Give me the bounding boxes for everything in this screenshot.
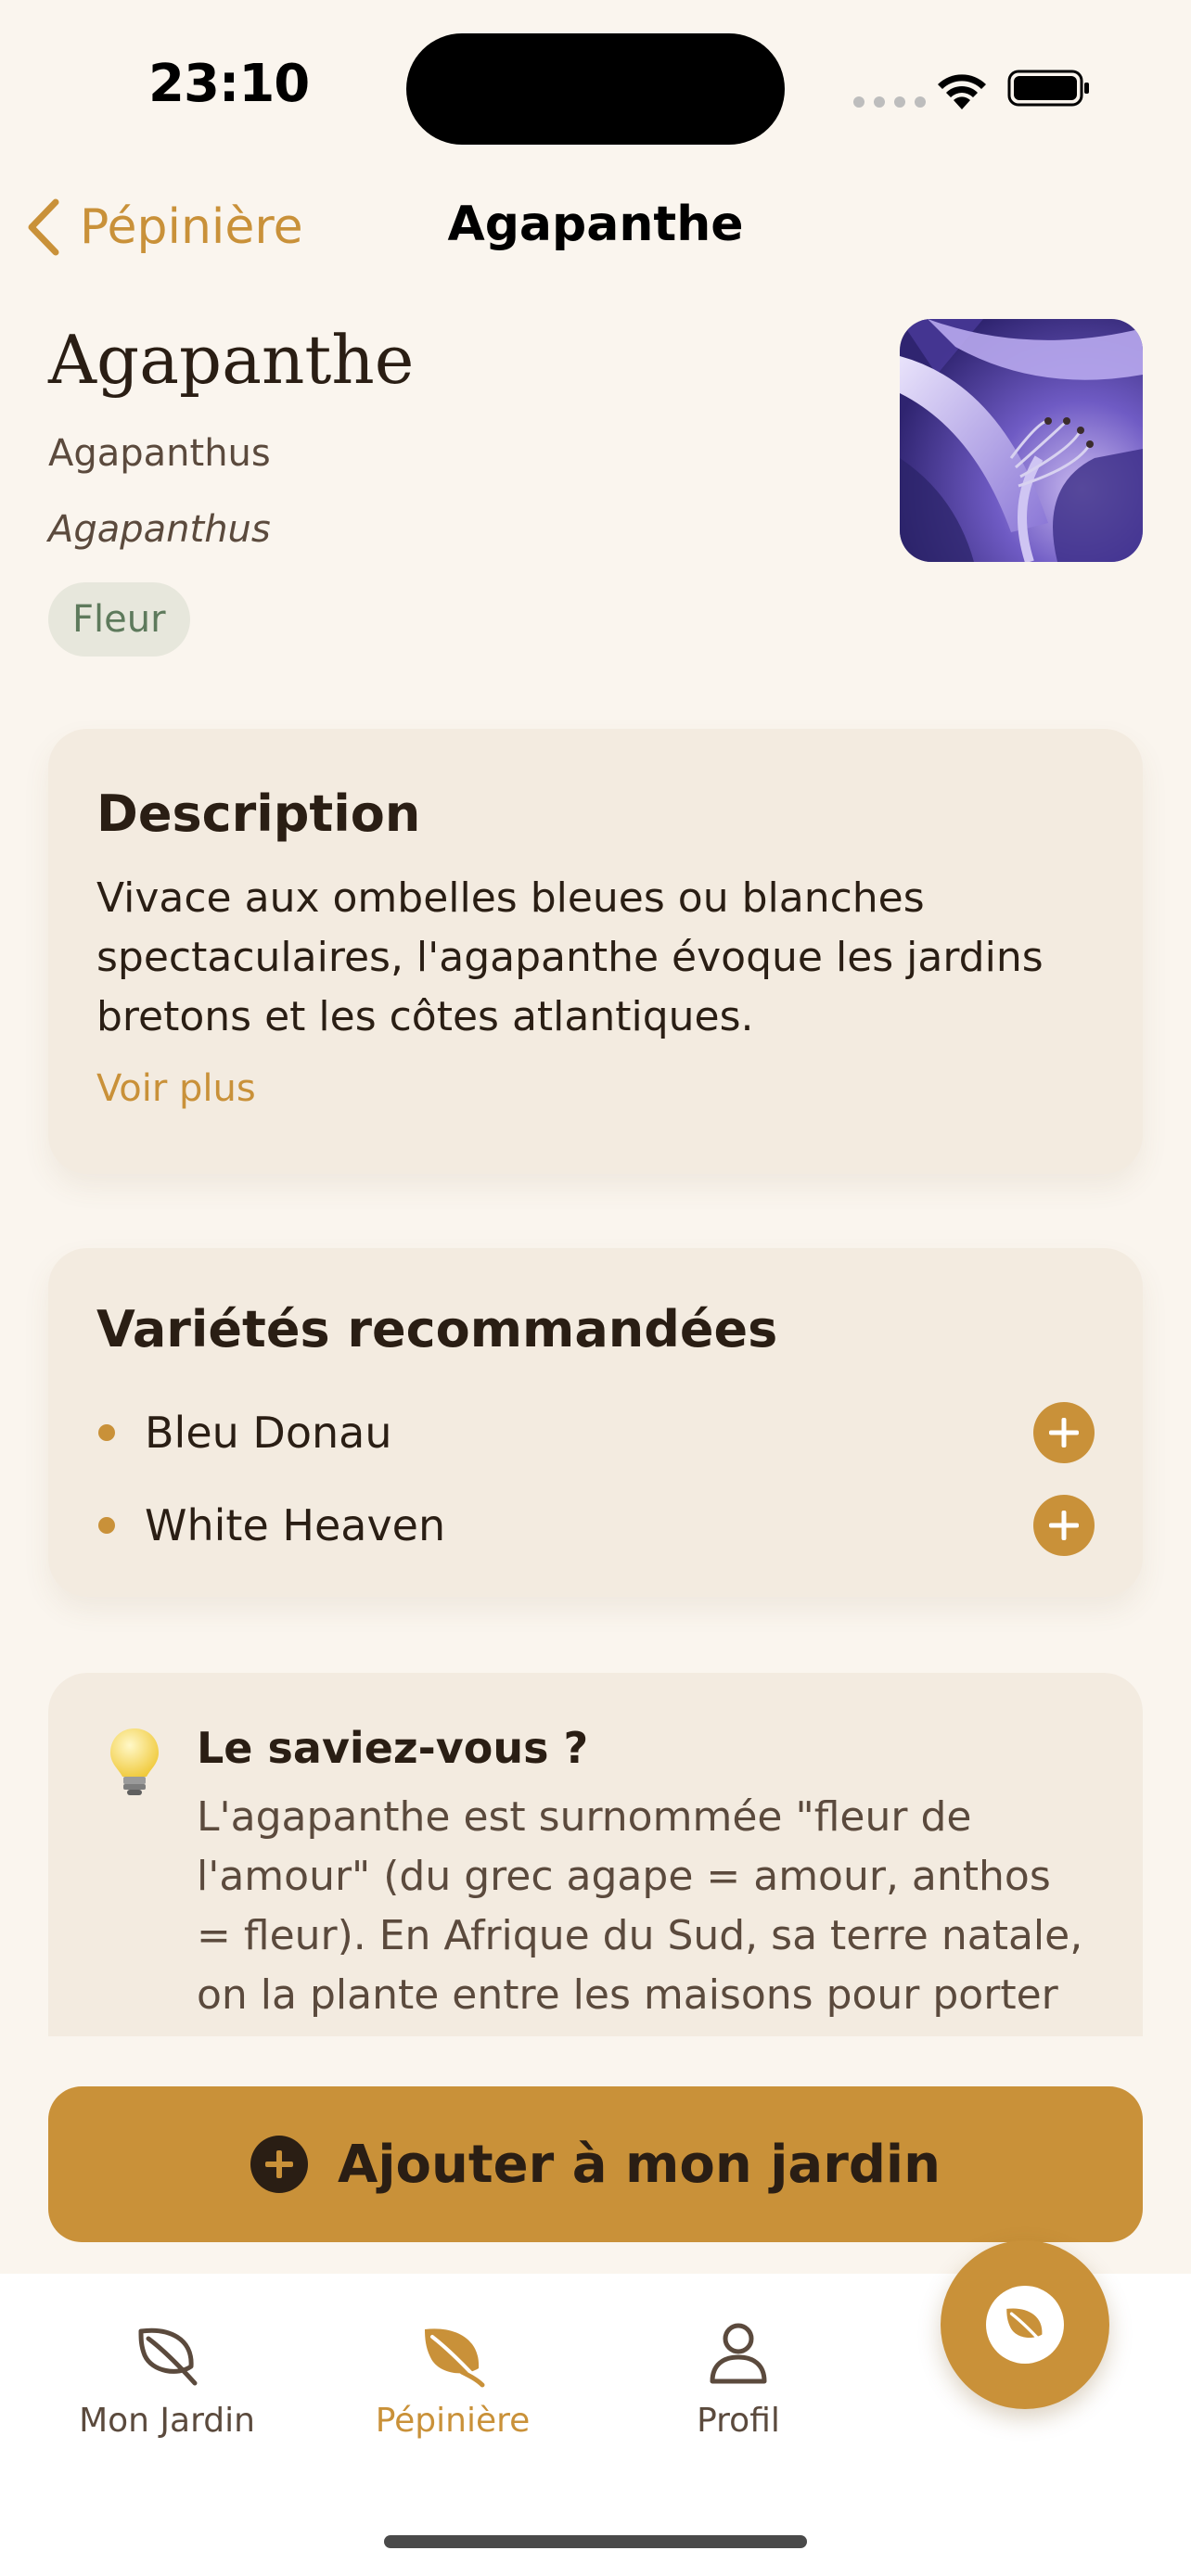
description-text: Vivace aux ombelles bleues ou blanches s… — [96, 874, 1044, 1040]
person-icon — [710, 2323, 767, 2384]
home-indicator — [384, 2535, 807, 2548]
plus-circle-icon — [250, 2136, 309, 2193]
leaf-outline-icon — [138, 2327, 198, 2386]
tab-label: Pépinière — [375, 2402, 531, 2440]
see-more-link[interactable]: Voir plus — [96, 1067, 256, 1110]
lightbulb-icon — [110, 1728, 159, 1795]
tab-nursery[interactable]: Pépinière — [332, 2318, 573, 2440]
tab-profile[interactable]: Profil — [618, 2318, 859, 2440]
varieties-list: Bleu Donau White Heaven — [96, 1386, 1095, 1572]
plant-common-name: Agapanthus — [48, 432, 271, 475]
variety-item: Bleu Donau — [96, 1386, 1095, 1479]
varieties-card: Variétés recommandées Bleu Donau White H… — [48, 1248, 1143, 1597]
plant-name: Agapanthe — [48, 321, 415, 399]
tab-label: Profil — [697, 2402, 780, 2440]
plant-latin-name: Agapanthus — [48, 508, 271, 551]
add-variety-button[interactable] — [1033, 1495, 1095, 1556]
back-label: Pépinière — [80, 199, 303, 255]
assistant-fab-button[interactable] — [941, 2240, 1109, 2409]
add-variety-button[interactable] — [1033, 1402, 1095, 1463]
wifi-icon — [938, 74, 986, 109]
variety-item: White Heaven — [96, 1479, 1095, 1572]
fact-text: L'agapanthe est surnommée "fleur de l'am… — [197, 1793, 1083, 2019]
description-card: Description Vivace aux ombelles bleues o… — [48, 729, 1143, 1174]
fact-title: Le saviez-vous ? — [197, 1723, 589, 1773]
tab-my-garden[interactable]: Mon Jardin — [46, 2318, 288, 2440]
plant-photo — [900, 319, 1143, 562]
status-time: 23:10 — [148, 54, 310, 114]
fab-inner — [986, 2286, 1064, 2364]
bullet-icon — [98, 1424, 115, 1441]
category-chip: Fleur — [48, 582, 190, 657]
battery-icon — [1007, 70, 1089, 107]
back-button[interactable]: Pépinière — [24, 195, 303, 260]
dynamic-island — [406, 33, 785, 145]
fact-card-viewport: Le saviez-vous ? L'agapanthe est surnomm… — [48, 1673, 1143, 2036]
variety-label: White Heaven — [145, 1500, 446, 1550]
varieties-title: Variétés recommandées — [96, 1300, 778, 1358]
tab-label: Mon Jardin — [79, 2402, 255, 2440]
add-to-garden-label: Ajouter à mon jardin — [338, 2134, 941, 2195]
variety-label: Bleu Donau — [145, 1408, 392, 1458]
chevron-left-icon — [28, 198, 59, 256]
description-title: Description — [96, 784, 421, 843]
signal-icon — [853, 96, 926, 108]
bullet-icon — [98, 1517, 115, 1534]
add-to-garden-button[interactable]: Ajouter à mon jardin — [48, 2086, 1143, 2242]
fact-card: Le saviez-vous ? L'agapanthe est surnomm… — [48, 1673, 1143, 2036]
leaf-chat-icon — [1006, 2308, 1046, 2348]
leaf-filled-icon — [425, 2328, 485, 2388]
